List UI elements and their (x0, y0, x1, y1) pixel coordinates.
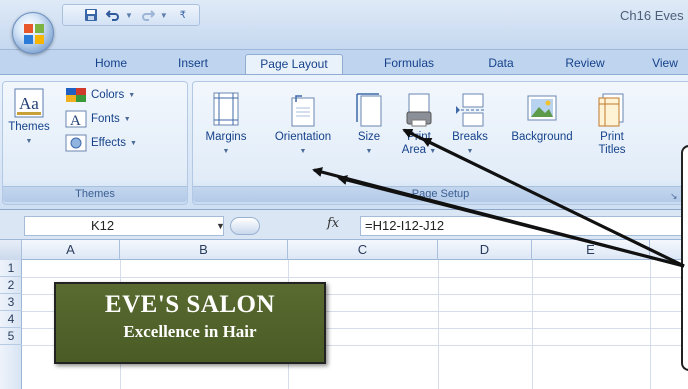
breaks-dropdown-icon: ▼ (466, 148, 474, 155)
breaks-icon (456, 93, 484, 127)
column-headers: A B C D E (0, 240, 688, 260)
callout-box (681, 145, 688, 371)
print-area-icon (406, 93, 432, 127)
size-icon (356, 93, 382, 127)
margins-dropdown-icon: ▼ (222, 148, 230, 155)
select-all-corner[interactable] (0, 240, 22, 260)
tab-home[interactable]: Home (82, 54, 140, 74)
svg-text:A: A (70, 113, 81, 128)
column-header-e[interactable]: E (532, 240, 650, 260)
row-header-1[interactable]: 1 (0, 260, 22, 277)
tab-formulas[interactable]: Formulas (372, 54, 446, 74)
row-headers: 1 2 3 4 5 (0, 260, 22, 389)
orientation-icon (291, 95, 315, 127)
undo-dropdown-icon[interactable]: ▼ (125, 11, 133, 20)
orientation-button[interactable]: Orientation ▼ (259, 92, 347, 158)
redo-dropdown-icon[interactable]: ▼ (160, 11, 168, 20)
tab-review[interactable]: Review (556, 54, 614, 74)
gridline (22, 277, 688, 278)
gridline (650, 260, 651, 389)
themes-group-label: Themes (3, 186, 187, 202)
print-titles-button[interactable]: Print Titles (587, 92, 637, 157)
column-header-d[interactable]: D (438, 240, 532, 260)
effects-button[interactable]: Effects ▼ (65, 134, 137, 152)
breaks-button[interactable]: Breaks ▼ (445, 92, 495, 158)
size-dropdown-icon: ▼ (365, 148, 373, 155)
tab-page-layout[interactable]: Page Layout (245, 54, 343, 74)
page-setup-group: Margins ▼ Orientation ▼ Size ▼ Print Are… (192, 81, 688, 205)
salon-label-box[interactable]: EVE'S SALON Excellence in Hair (54, 282, 326, 364)
themes-button[interactable]: Aa Themes ▼ (5, 88, 53, 148)
background-icon (527, 95, 557, 121)
quick-access-toolbar: ▼ ▼ ₹ (62, 4, 200, 26)
undo-icon[interactable] (103, 6, 123, 24)
margins-icon (213, 92, 239, 126)
salon-subtitle: Excellence in Hair (123, 322, 257, 341)
row-header-5[interactable]: 5 (0, 328, 22, 345)
gridline (438, 260, 439, 389)
office-button[interactable] (12, 12, 54, 54)
colors-button[interactable]: Colors ▼ (65, 86, 135, 104)
formula-bar-resize-handle[interactable] (230, 217, 260, 235)
row-header-4[interactable]: 4 (0, 311, 22, 328)
print-area-dropdown-icon: ▼ (429, 148, 437, 155)
themes-dropdown-icon: ▼ (25, 138, 33, 145)
ribbon: Aa Themes ▼ Colors ▼ A Fonts ▼ Effects ▼… (0, 74, 688, 210)
page-setup-group-label: Page Setup (193, 186, 688, 202)
save-icon[interactable] (81, 6, 101, 24)
fonts-icon: A (65, 110, 87, 128)
print-titles-icon (598, 93, 624, 127)
name-box[interactable]: K12 (24, 216, 224, 236)
formula-bar: K12 ▼ fx =H12-I12-J12 (0, 210, 688, 240)
column-header-c[interactable]: C (288, 240, 438, 260)
ribbon-tabs: Home Insert Page Layout Formulas Data Re… (0, 50, 688, 74)
excel-window: ▼ ▼ ₹ Ch16 Eves Home Insert Page Layout … (0, 0, 688, 389)
fonts-dropdown-icon: ▼ (123, 115, 131, 123)
orientation-dropdown-icon: ▼ (299, 148, 307, 155)
office-logo-icon (24, 24, 44, 44)
size-button[interactable]: Size ▼ (349, 92, 389, 158)
tab-insert[interactable]: Insert (168, 54, 218, 74)
effects-icon (65, 134, 87, 152)
column-header-a[interactable]: A (22, 240, 120, 260)
gridline (532, 260, 533, 389)
salon-title: EVE'S SALON (104, 291, 276, 318)
print-area-button[interactable]: Print Area ▼ (397, 92, 441, 158)
themes-icon: Aa (14, 88, 44, 118)
formula-input[interactable]: =H12-I12-J12 (360, 216, 688, 236)
themes-group: Aa Themes ▼ Colors ▼ A Fonts ▼ Effects ▼… (2, 81, 188, 205)
redo-icon[interactable] (138, 6, 158, 24)
svg-text:Aa: Aa (19, 94, 39, 113)
margins-button[interactable]: Margins ▼ (195, 92, 257, 158)
effects-dropdown-icon: ▼ (129, 139, 137, 147)
fonts-button[interactable]: A Fonts ▼ (65, 110, 131, 128)
title-bar: ▼ ▼ ₹ Ch16 Eves (0, 0, 688, 50)
tab-view[interactable]: View (642, 54, 688, 74)
background-button[interactable]: Background (499, 92, 585, 144)
colors-dropdown-icon: ▼ (128, 91, 136, 99)
insert-function-icon[interactable]: fx (327, 216, 339, 231)
column-header-b[interactable]: B (120, 240, 288, 260)
window-title: Ch16 Eves (620, 8, 684, 23)
customize-icon[interactable]: ₹ (173, 6, 193, 24)
tab-data[interactable]: Data (478, 54, 524, 74)
row-header-2[interactable]: 2 (0, 277, 22, 294)
colors-icon (66, 88, 86, 102)
row-header-3[interactable]: 3 (0, 294, 22, 311)
name-box-dropdown-icon[interactable]: ▼ (216, 221, 225, 231)
dialog-launcher-icon[interactable]: ↘ (670, 191, 680, 201)
